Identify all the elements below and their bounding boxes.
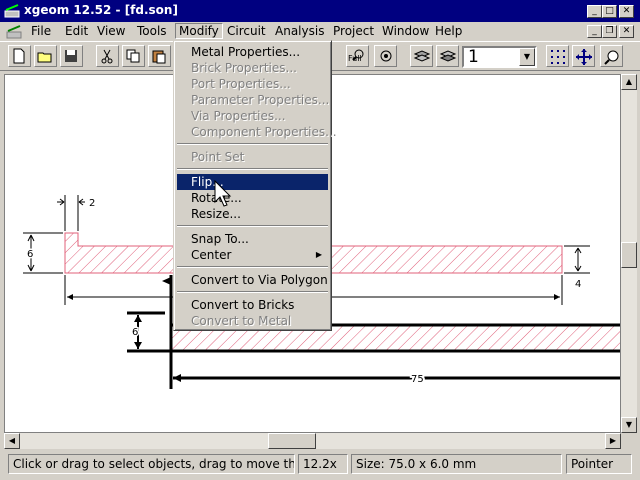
menu-item-rotate[interactable]: Rotate... [177, 190, 328, 206]
open-button[interactable] [34, 45, 57, 67]
horizontal-scrollbar[interactable]: ◀ ▶ [4, 433, 621, 449]
zoom-options-button[interactable] [374, 45, 397, 67]
status-size: Size: 75.0 x 6.0 mm [351, 454, 562, 474]
menu-item-flip[interactable]: Flip... [177, 174, 328, 190]
menu-separator [177, 143, 328, 145]
app-icon [4, 4, 20, 18]
copy-button[interactable] [122, 45, 145, 67]
scroll-right-icon[interactable]: ▶ [605, 433, 621, 449]
menu-view[interactable]: View [94, 24, 128, 38]
minimize-button[interactable]: _ [587, 5, 602, 18]
dimension-lower-width-label: 75 [411, 374, 424, 385]
zoom-settings-icon [380, 50, 392, 62]
vertical-scroll-thumb[interactable] [621, 242, 637, 268]
menu-item-metal-properties[interactable]: Metal Properties... [177, 44, 328, 60]
status-hint: Click or drag to select objects, drag to… [8, 454, 295, 474]
menu-item-center[interactable]: Center ▶ [177, 247, 328, 263]
menu-modify[interactable]: Modify [175, 23, 223, 39]
mdi-minimize-button[interactable]: _ [587, 25, 602, 38]
menu-window[interactable]: Window [379, 24, 432, 38]
submenu-arrow-icon: ▶ [315, 250, 322, 259]
menu-tools[interactable]: Tools [134, 24, 170, 38]
scroll-left-icon[interactable]: ◀ [4, 433, 20, 449]
menu-separator [177, 291, 328, 293]
dimension-right-height-label: 4 [575, 279, 581, 290]
open-folder-icon [37, 52, 52, 63]
grid-icon [551, 50, 565, 64]
menu-item-convert-via-polygon[interactable]: Convert to Via Polygon [177, 272, 328, 288]
save-disk-icon [65, 50, 77, 62]
menu-separator [177, 266, 328, 268]
menu-item-resize[interactable]: Resize... [177, 206, 328, 222]
layer-up-button[interactable] [410, 45, 433, 67]
cut-button[interactable] [96, 45, 119, 67]
horizontal-scroll-thumb[interactable] [268, 433, 316, 449]
zoom-full-button[interactable]: Full [346, 45, 369, 67]
status-mode: Pointer [566, 454, 632, 474]
grid-button[interactable] [546, 45, 569, 67]
mdi-restore-button[interactable]: ❐ [602, 25, 617, 38]
mdi-close-button[interactable]: ✕ [619, 25, 634, 38]
mouse-cursor-icon [214, 180, 232, 207]
dimension-lower-height-label: 6 [132, 327, 138, 338]
menu-analysis[interactable]: Analysis [272, 24, 327, 38]
paste-button[interactable] [148, 45, 171, 67]
paste-icon [152, 50, 166, 64]
vertical-scrollbar[interactable]: ▲ ▼ [621, 74, 637, 433]
dimension-gap-label: 2 [89, 198, 95, 209]
zoom-button[interactable] [600, 45, 623, 67]
document-icon[interactable] [6, 24, 22, 40]
level-combo-value: 1 [468, 47, 479, 67]
scrollbar-corner [621, 433, 637, 449]
new-file-icon [13, 48, 25, 64]
dimension-left-height-label: 6 [27, 249, 33, 260]
menu-project[interactable]: Project [330, 24, 377, 38]
menu-separator [177, 225, 328, 227]
close-button[interactable]: ✕ [619, 5, 634, 18]
modify-menu: Metal Properties... Brick Properties... … [173, 40, 337, 331]
menu-item-snap-to[interactable]: Snap To... [177, 231, 328, 247]
menu-help[interactable]: Help [432, 24, 465, 38]
pan-button[interactable] [572, 45, 595, 67]
chevron-down-icon[interactable]: ▼ [519, 48, 535, 66]
menu-separator [177, 168, 328, 170]
save-button[interactable] [60, 45, 83, 67]
menu-bar: File Edit View Tools Modify Circuit Anal… [0, 22, 640, 41]
scroll-up-icon[interactable]: ▲ [621, 74, 637, 90]
title-bar: xgeom 12.52 - [fd.son] _ □ ✕ [0, 0, 640, 22]
menu-item-via-properties[interactable]: Via Properties... [177, 108, 328, 124]
zoom-full-label: Full [348, 54, 362, 63]
menu-item-center-label: Center [191, 248, 232, 262]
level-combo[interactable]: 1 ▼ [462, 46, 537, 68]
layers-down-icon [439, 50, 457, 62]
status-bar: Click or drag to select objects, drag to… [0, 451, 640, 480]
menu-item-point-set[interactable]: Point Set [177, 149, 328, 165]
layers-up-icon [413, 50, 431, 62]
menu-edit[interactable]: Edit [62, 24, 91, 38]
copy-icon [126, 49, 140, 63]
magnifier-icon [604, 50, 619, 65]
scroll-down-icon[interactable]: ▼ [621, 417, 637, 433]
maximize-button[interactable]: □ [602, 5, 617, 18]
move-arrows-icon [576, 49, 592, 65]
new-button[interactable] [8, 45, 31, 67]
menu-item-convert-bricks[interactable]: Convert to Bricks [177, 297, 328, 313]
menu-item-convert-metal[interactable]: Convert to Metal [177, 313, 328, 329]
menu-circuit[interactable]: Circuit [224, 24, 269, 38]
menu-file[interactable]: File [28, 24, 54, 38]
menu-item-parameter-properties[interactable]: Parameter Properties... [177, 92, 329, 108]
menu-item-brick-properties[interactable]: Brick Properties... [177, 60, 328, 76]
status-zoom: 12.2x [298, 454, 348, 474]
layer-down-button[interactable] [436, 45, 459, 67]
window-title: xgeom 12.52 - [fd.son] [24, 3, 178, 17]
scissors-icon [101, 49, 113, 64]
menu-item-port-properties[interactable]: Port Properties... [177, 76, 328, 92]
menu-item-component-properties[interactable]: Component Properties... [177, 124, 337, 140]
